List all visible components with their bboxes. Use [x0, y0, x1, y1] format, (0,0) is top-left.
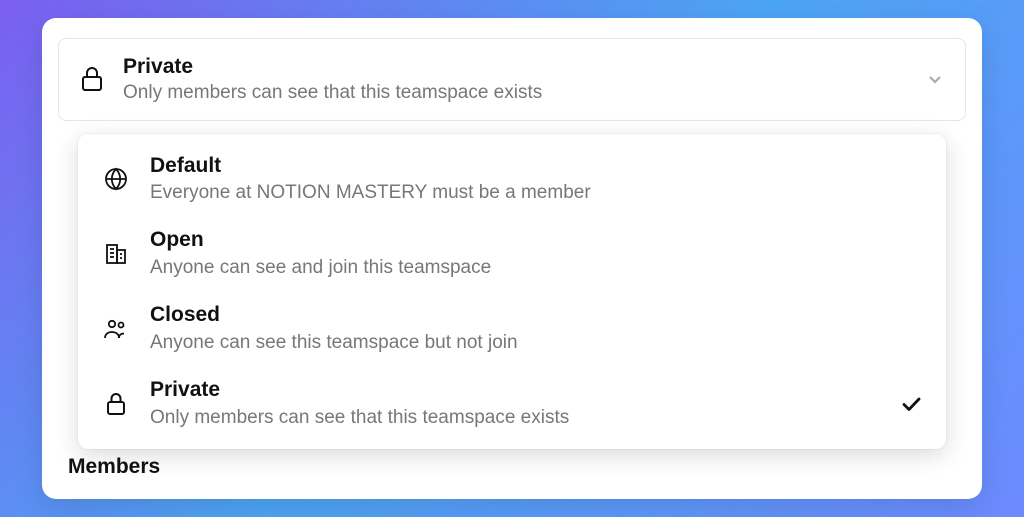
option-text: Private Only members can see that this t…	[150, 376, 888, 431]
option-title: Open	[150, 226, 922, 254]
select-trigger-text: Private Only members can see that this t…	[123, 53, 913, 107]
option-title: Default	[150, 152, 922, 180]
selected-title: Private	[123, 53, 913, 80]
people-icon	[102, 318, 130, 340]
option-description: Anyone can see this teamspace but not jo…	[150, 330, 922, 357]
building-icon	[102, 242, 130, 266]
option-description: Anyone can see and join this teamspace	[150, 255, 922, 282]
globe-icon	[102, 167, 130, 191]
members-section-label: Members	[58, 455, 966, 479]
option-title: Closed	[150, 301, 922, 329]
settings-card: Private Only members can see that this t…	[42, 18, 982, 500]
selected-description: Only members can see that this teamspace…	[123, 80, 913, 107]
permission-dropdown: Default Everyone at NOTION MASTERY must …	[78, 134, 946, 450]
option-open[interactable]: Open Anyone can see and join this teamsp…	[78, 216, 946, 291]
option-text: Closed Anyone can see this teamspace but…	[150, 301, 922, 356]
chevron-down-icon	[925, 69, 945, 89]
option-closed[interactable]: Closed Anyone can see this teamspace but…	[78, 291, 946, 366]
option-text: Open Anyone can see and join this teamsp…	[150, 226, 922, 281]
option-text: Default Everyone at NOTION MASTERY must …	[150, 152, 922, 207]
option-description: Everyone at NOTION MASTERY must be a mem…	[150, 180, 922, 207]
lock-icon	[102, 392, 130, 416]
lock-icon	[79, 66, 105, 92]
option-title: Private	[150, 376, 888, 404]
option-private[interactable]: Private Only members can see that this t…	[78, 366, 946, 441]
option-default[interactable]: Default Everyone at NOTION MASTERY must …	[78, 142, 946, 217]
checkmark-icon	[900, 393, 922, 415]
option-description: Only members can see that this teamspace…	[150, 405, 888, 432]
permission-select-trigger[interactable]: Private Only members can see that this t…	[58, 38, 966, 122]
